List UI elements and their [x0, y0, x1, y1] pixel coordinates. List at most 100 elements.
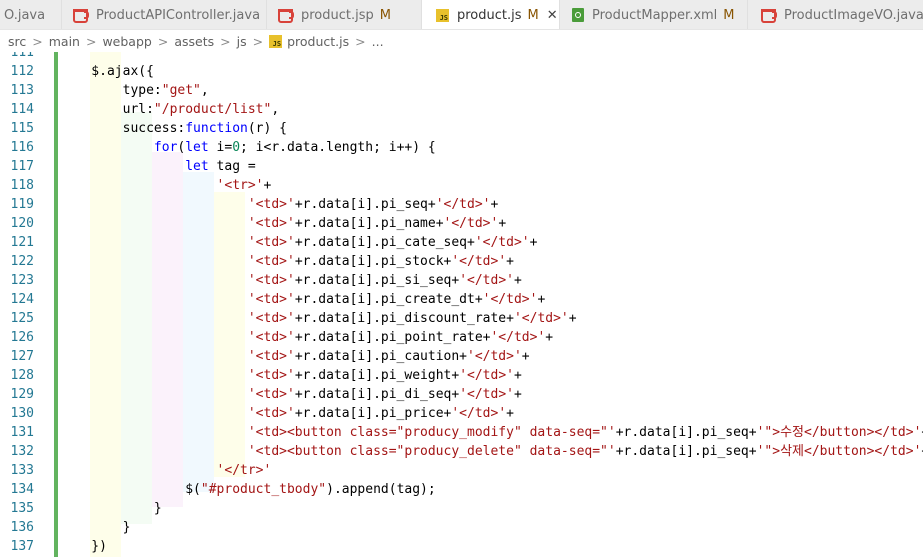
tab-productmapper-xml[interactable]: ProductMapper.xml M — [560, 0, 748, 29]
breadcrumb: src > main > webapp > assets > js > JS p… — [0, 30, 923, 52]
code-line[interactable]: '<td>'+r.data[i].pi_seq+'</td>'+ — [60, 195, 923, 214]
code-line[interactable]: '</tr>' — [60, 461, 923, 480]
git-modified-gutter — [54, 52, 58, 557]
line-number: 135 — [10, 501, 34, 516]
line-number: 136 — [10, 520, 34, 535]
line-number: 131 — [10, 425, 34, 440]
code-line[interactable]: '<td>'+r.data[i].pi_name+'</td>'+ — [60, 214, 923, 233]
code-line-text: $.ajax({ — [60, 64, 154, 79]
code-lines[interactable]: $.ajax({ type:"get", url:"/product/list"… — [60, 52, 923, 556]
code-line-text: let tag = — [185, 159, 256, 174]
code-line[interactable]: '<tr>'+ — [60, 176, 923, 195]
breadcrumb-item-main[interactable]: main — [49, 34, 80, 49]
line-number: 118 — [10, 178, 34, 193]
tab-label: product.js — [457, 7, 522, 23]
code-line[interactable]: '<td><button class="producy_modify" data… — [60, 423, 923, 442]
line-number: 115 — [10, 121, 34, 136]
code-line-text: '<td>'+r.data[i].pi_caution+'</td>'+ — [247, 349, 530, 364]
code-line[interactable]: '<td>'+r.data[i].pi_di_seq+'</td>'+ — [60, 385, 923, 404]
breadcrumb-item-js[interactable]: js — [237, 34, 247, 49]
code-line-text: url:"/product/list", — [60, 102, 280, 117]
code-line[interactable]: '<td>'+r.data[i].pi_cate_seq+'</td>'+ — [60, 233, 923, 252]
breadcrumb-separator: > — [32, 33, 43, 49]
code-line-text: '<td>'+r.data[i].pi_price+'</td>'+ — [247, 406, 514, 421]
tab-productimagevo-java[interactable]: ProductImageVO.java — [748, 0, 923, 29]
breadcrumb-separator: > — [220, 33, 231, 49]
code-line[interactable]: $("#product_tbody").append(tag); — [60, 480, 923, 499]
tab-label: ProductImageVO.java — [784, 7, 923, 23]
tab-o-java[interactable]: O.java — [0, 0, 62, 29]
code-line[interactable]: '<td>'+r.data[i].pi_discount_rate+'</td>… — [60, 309, 923, 328]
breadcrumb-separator: > — [85, 33, 97, 49]
code-line[interactable]: for(let i=0; i<r.data.length; i++) { — [60, 138, 923, 157]
modified-indicator: M — [379, 7, 391, 23]
code-line-text: '<td><button class="producy_delete" data… — [247, 444, 923, 459]
line-number-gutter: 111 112 113 114 115 116 117 118 119 120 121 122 123 1… — [0, 52, 40, 556]
breadcrumb-separator: > — [355, 33, 366, 49]
close-icon[interactable]: ✕ — [547, 8, 558, 23]
line-number: 137 — [10, 539, 34, 554]
code-editor[interactable]: 111 112 113 114 115 116 117 118 119 120 121 122 123 1… — [0, 52, 923, 557]
code-line[interactable]: '<td>'+r.data[i].pi_weight+'</td>'+ — [60, 366, 923, 385]
line-number: 130 — [10, 406, 34, 421]
code-line[interactable]: '<td><button class="producy_delete" data… — [60, 442, 923, 461]
breadcrumb-item-file[interactable]: product.js — [287, 34, 349, 49]
java-icon — [760, 8, 777, 23]
code-line-text: } — [60, 520, 131, 535]
line-number: 133 — [10, 463, 34, 478]
code-line[interactable]: } — [60, 499, 923, 518]
code-line-text: type:"get", — [60, 83, 209, 98]
code-line[interactable]: url:"/product/list", — [60, 100, 923, 119]
code-line[interactable]: }) — [60, 537, 923, 556]
modified-indicator: M — [723, 7, 735, 23]
tab-label: ProductMapper.xml — [592, 7, 718, 23]
code-line[interactable] — [60, 52, 923, 62]
code-line[interactable]: '<td>'+r.data[i].pi_price+'</td>'+ — [60, 404, 923, 423]
code-line[interactable]: } — [60, 518, 923, 537]
code-line[interactable]: '<td>'+r.data[i].pi_stock+'</td>'+ — [60, 252, 923, 271]
line-number: 113 — [10, 83, 34, 98]
tab-label: O.java — [4, 7, 46, 23]
line-number: 112 — [10, 64, 34, 79]
breadcrumb-separator: > — [252, 33, 264, 49]
code-line[interactable]: '<td>'+r.data[i].pi_si_seq+'</td>'+ — [60, 271, 923, 290]
code-line-text: '<td><button class="producy_modify" data… — [247, 425, 923, 440]
code-line[interactable]: '<td>'+r.data[i].pi_point_rate+'</td>'+ — [60, 328, 923, 347]
code-line-text: for(let i=0; i<r.data.length; i++) { — [153, 140, 436, 155]
tab-productapicontroller-java[interactable]: ProductAPIController.java M — [62, 0, 267, 29]
code-line-text: } — [60, 501, 162, 516]
code-line[interactable]: $.ajax({ — [60, 62, 923, 81]
tab-label: product.jsp — [301, 7, 374, 23]
code-line-text: }) — [60, 539, 107, 554]
modified-indicator: M — [527, 7, 539, 23]
breadcrumb-item-src[interactable]: src — [8, 34, 26, 49]
line-number: 124 — [10, 292, 34, 307]
breadcrumb-item-webapp[interactable]: webapp — [102, 34, 151, 49]
code-line-text: '<td>'+r.data[i].pi_name+'</td>'+ — [247, 216, 507, 231]
line-number: 122 — [10, 254, 34, 269]
code-line-text: '<td>'+r.data[i].pi_cate_seq+'</td>'+ — [247, 235, 538, 250]
code-line[interactable]: '<td>'+r.data[i].pi_create_dt+'</td>'+ — [60, 290, 923, 309]
code-line-text: '<td>'+r.data[i].pi_point_rate+'</td>'+ — [247, 330, 554, 345]
line-number: 134 — [10, 482, 34, 497]
breadcrumb-item-more[interactable]: ... — [372, 34, 384, 49]
xml-icon — [572, 8, 584, 22]
tab-product-jsp[interactable]: product.jsp M — [267, 0, 422, 29]
code-line[interactable]: success:function(r) { — [60, 119, 923, 138]
tab-product-js[interactable]: JS product.js M ✕ — [422, 0, 560, 29]
line-number: 119 — [10, 197, 34, 212]
breadcrumb-item-assets[interactable]: assets — [174, 34, 214, 49]
code-line[interactable]: let tag = — [60, 157, 923, 176]
code-line[interactable]: '<td>'+r.data[i].pi_caution+'</td>'+ — [60, 347, 923, 366]
code-line-text: $("#product_tbody").append(tag); — [60, 482, 436, 497]
code-line-text: '<td>'+r.data[i].pi_di_seq+'</td>'+ — [247, 387, 522, 402]
line-number: 120 — [10, 216, 34, 231]
line-number: 129 — [10, 387, 34, 402]
line-number: 123 — [10, 273, 34, 288]
java-icon — [72, 8, 89, 23]
line-number: 128 — [10, 368, 34, 383]
code-line[interactable]: type:"get", — [60, 81, 923, 100]
js-icon: JS — [269, 34, 283, 48]
breadcrumb-separator: > — [157, 33, 169, 49]
line-number: 114 — [10, 102, 34, 117]
